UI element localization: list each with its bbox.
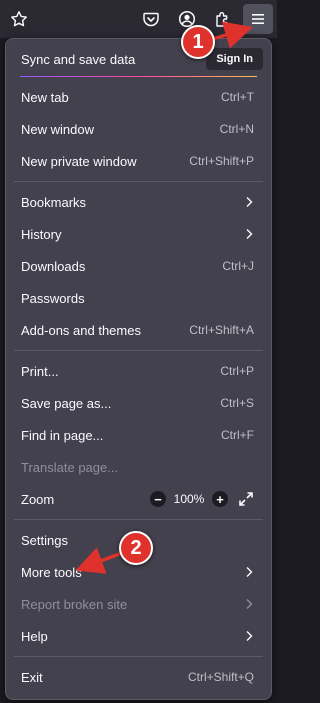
menu-item-shortcut: Ctrl+P — [220, 364, 254, 378]
menu-item-zoom: Zoom − 100% + — [14, 484, 263, 514]
sign-in-button[interactable]: Sign In — [206, 48, 263, 70]
menu-item-shortcut: Ctrl+S — [220, 396, 254, 410]
fullscreen-icon[interactable] — [238, 491, 254, 507]
menu-item-label: More tools — [21, 564, 82, 580]
menu-item-shortcut: Ctrl+N — [219, 122, 254, 136]
open-menu-button[interactable] — [243, 4, 273, 34]
bookmark-star-button[interactable] — [4, 4, 34, 34]
menu-item-find-in-page[interactable]: Find in page... Ctrl+F — [14, 420, 263, 450]
menu-item-shortcut: Ctrl+J — [222, 259, 254, 273]
menu-item-save-page-as[interactable]: Save page as... Ctrl+S — [14, 388, 263, 418]
menu-item-shortcut: Ctrl+Shift+Q — [187, 670, 254, 684]
sync-section: Sync and save data Sign In — [14, 45, 263, 73]
pocket-button[interactable] — [136, 4, 166, 34]
menu-item-label: Find in page... — [21, 427, 104, 443]
zoom-in-button[interactable]: + — [212, 491, 228, 507]
menu-item-label: Zoom — [21, 491, 55, 507]
menu-item-downloads[interactable]: Downloads Ctrl+J — [14, 251, 263, 281]
chevron-right-icon — [246, 197, 253, 207]
menu-item-translate-page: Translate page... — [14, 452, 263, 482]
menu-item-new-private-window[interactable]: New private window Ctrl+Shift+P — [14, 146, 263, 176]
menu-item-label: Settings — [21, 532, 68, 548]
pocket-icon — [143, 12, 159, 27]
menu-item-label: Save page as... — [21, 395, 112, 411]
menu-item-passwords[interactable]: Passwords — [14, 283, 263, 313]
annotation-badge-1: 1 — [181, 25, 215, 59]
menu-item-shortcut: Ctrl+Shift+A — [189, 323, 254, 337]
zoom-controls: − 100% + — [150, 491, 254, 507]
menu-item-new-tab[interactable]: New tab Ctrl+T — [14, 82, 263, 112]
menu-item-label: Downloads — [21, 258, 86, 274]
zoom-reset-button[interactable]: 100% — [166, 492, 212, 506]
menu-separator — [14, 181, 263, 182]
menu-item-new-window[interactable]: New window Ctrl+N — [14, 114, 263, 144]
menu-separator — [14, 656, 263, 657]
hamburger-menu-icon — [252, 14, 264, 24]
chevron-right-icon — [246, 599, 253, 609]
menu-item-label: Bookmarks — [21, 194, 87, 210]
star-icon — [11, 11, 27, 27]
menu-separator — [14, 519, 263, 520]
menu-item-shortcut: Ctrl+T — [221, 90, 254, 104]
menu-item-label: Help — [21, 628, 48, 644]
annotation-badge-2: 2 — [119, 531, 153, 565]
menu-item-label: Report broken site — [21, 596, 128, 612]
menu-item-label: New tab — [21, 89, 69, 105]
menu-item-bookmarks[interactable]: Bookmarks — [14, 187, 263, 217]
chevron-right-icon — [246, 567, 253, 577]
browser-toolbar — [0, 0, 277, 38]
menu-item-shortcut: Ctrl+Shift+P — [189, 154, 254, 168]
menu-item-label: History — [21, 226, 62, 242]
menu-item-history[interactable]: History — [14, 219, 263, 249]
chevron-right-icon — [246, 229, 253, 239]
menu-item-addons-and-themes[interactable]: Add-ons and themes Ctrl+Shift+A — [14, 315, 263, 345]
menu-item-label: Translate page... — [21, 459, 119, 475]
chevron-right-icon — [246, 631, 253, 641]
menu-item-label: Passwords — [21, 290, 85, 306]
sync-gradient-divider — [20, 76, 257, 77]
menu-item-label: New window — [21, 121, 94, 137]
menu-item-help[interactable]: Help — [14, 621, 263, 651]
app-menu-panel: Sync and save data Sign In New tab Ctrl+… — [5, 38, 272, 700]
menu-item-exit[interactable]: Exit Ctrl+Shift+Q — [14, 662, 263, 692]
zoom-out-button[interactable]: − — [150, 491, 166, 507]
menu-item-label: Print... — [21, 363, 59, 379]
menu-item-shortcut: Ctrl+F — [221, 428, 254, 442]
extensions-icon — [216, 12, 228, 27]
menu-item-label: Exit — [21, 669, 43, 685]
menu-item-label: Add-ons and themes — [21, 322, 141, 338]
menu-separator — [14, 350, 263, 351]
sync-label: Sync and save data — [21, 51, 136, 67]
extensions-button[interactable] — [208, 4, 238, 34]
menu-item-print[interactable]: Print... Ctrl+P — [14, 356, 263, 386]
menu-item-report-broken-site: Report broken site — [14, 589, 263, 619]
menu-item-label: New private window — [21, 153, 137, 169]
